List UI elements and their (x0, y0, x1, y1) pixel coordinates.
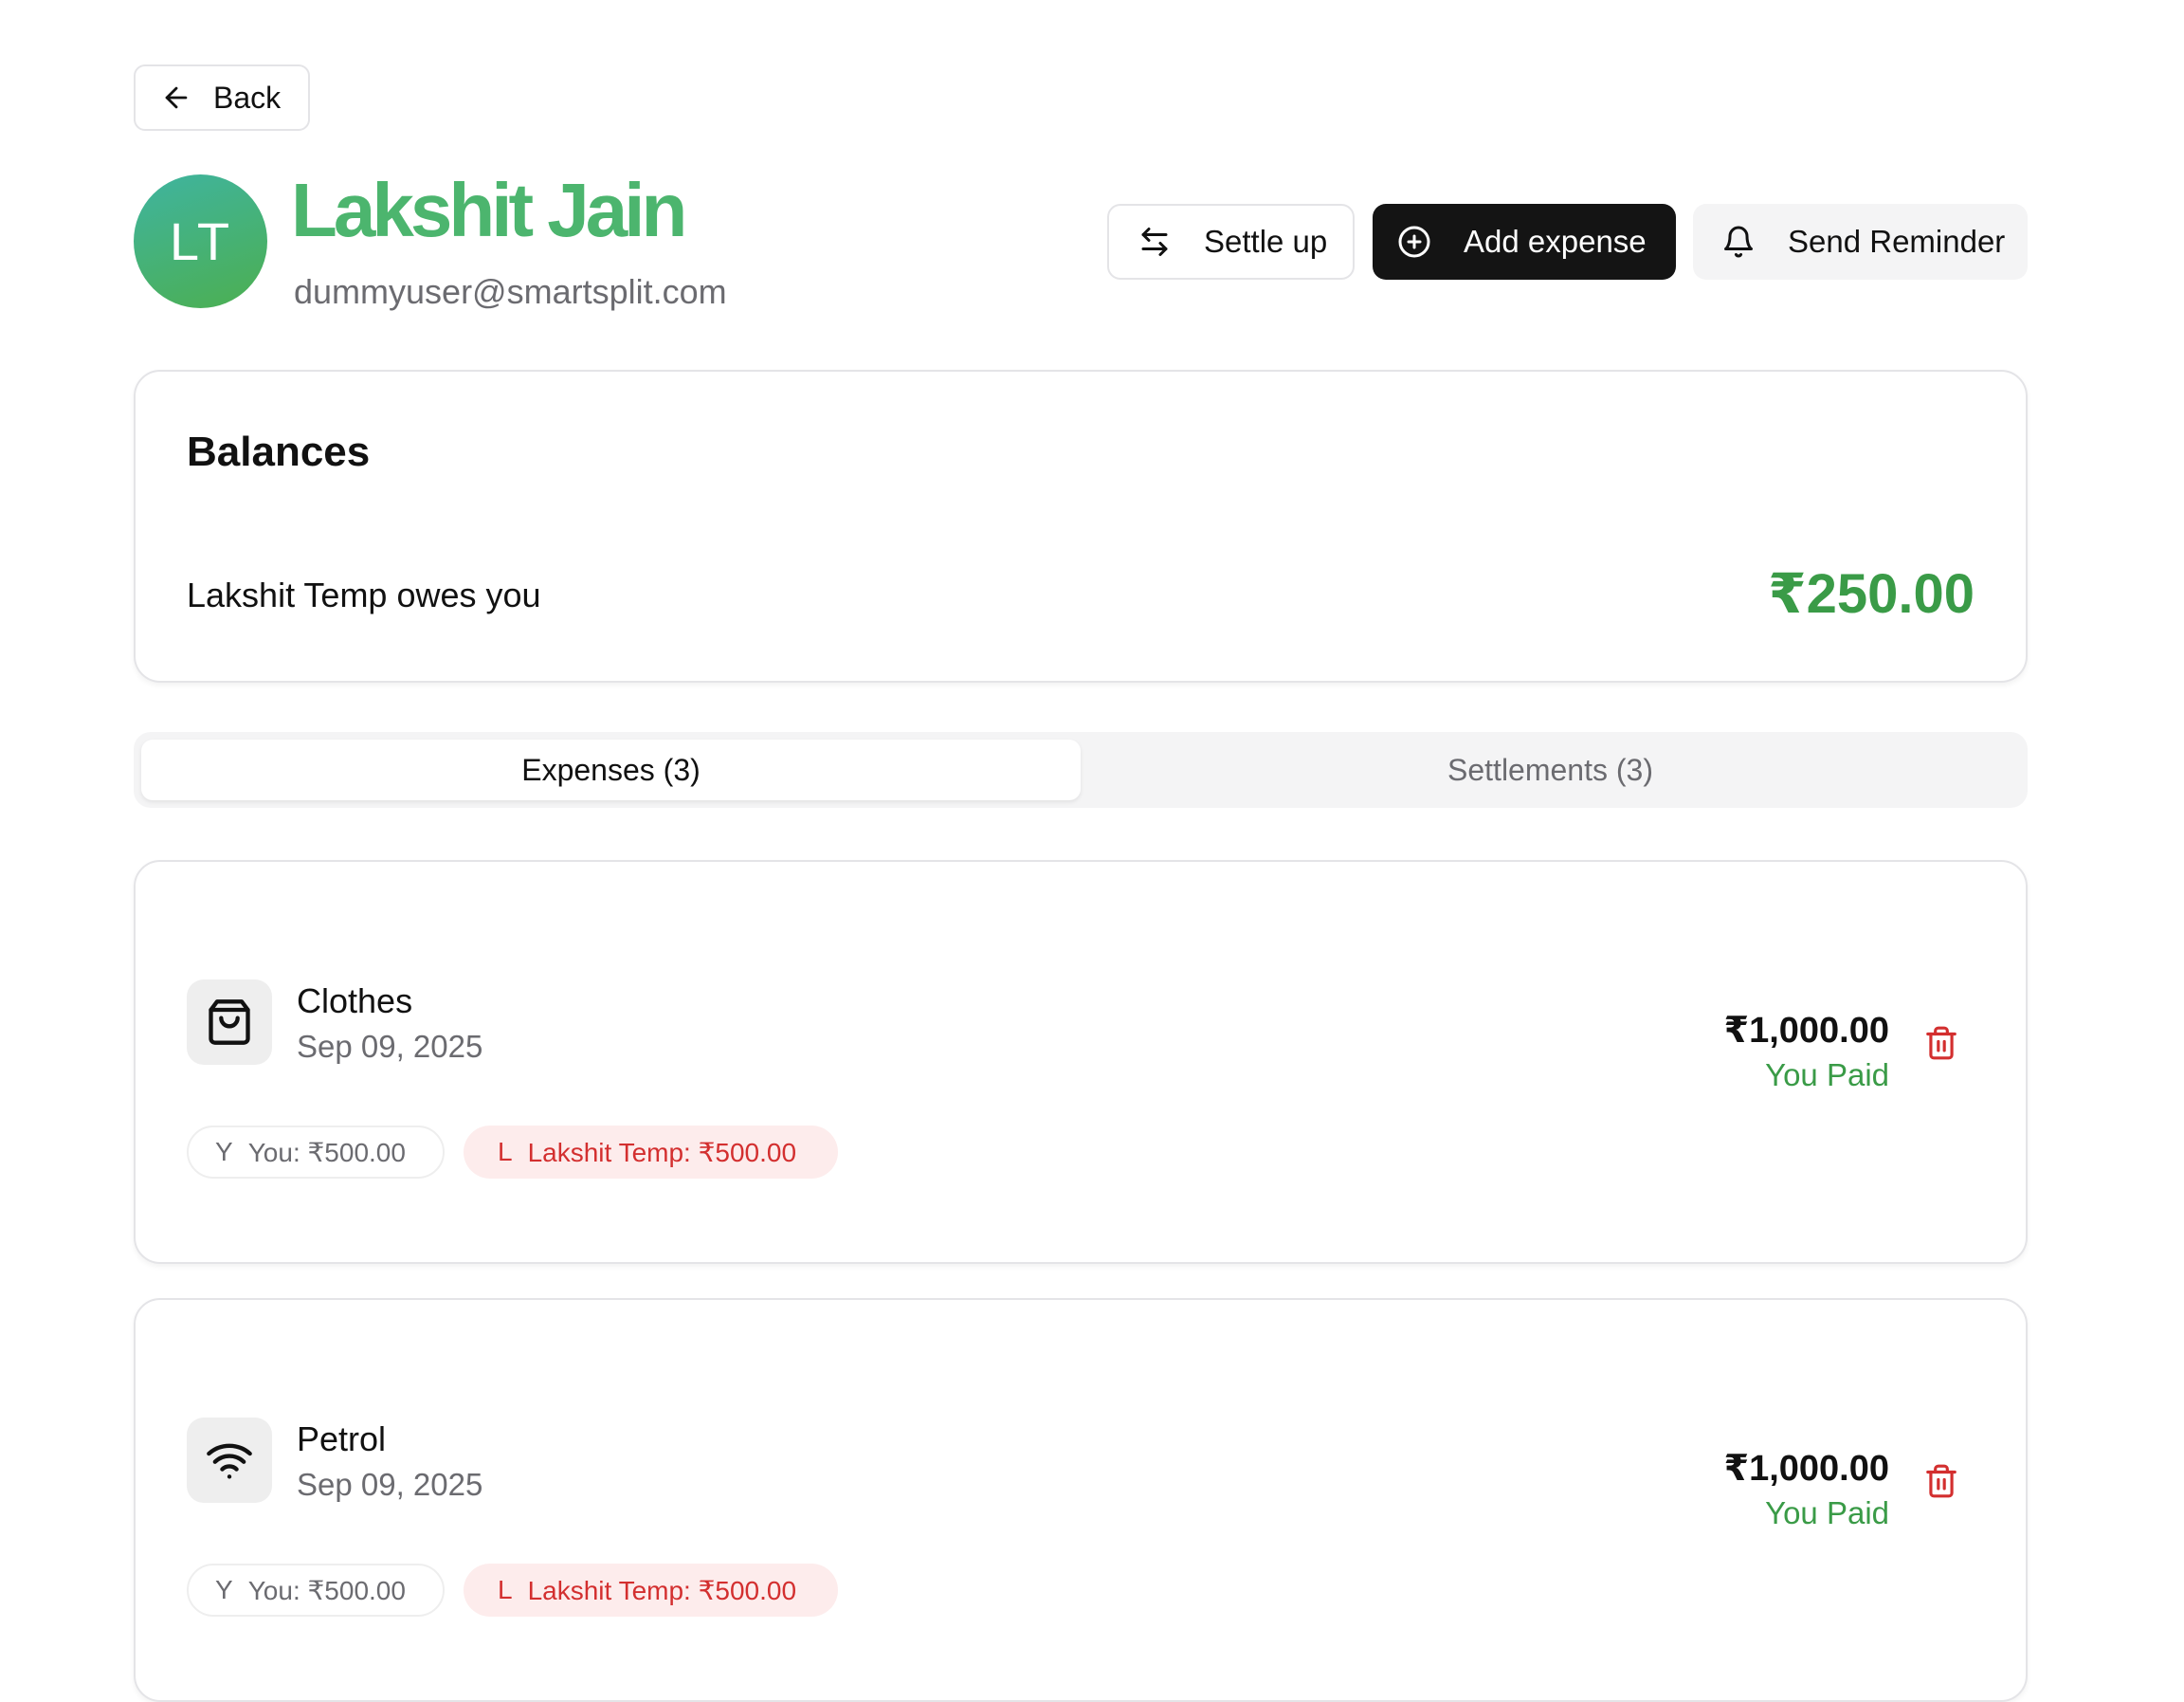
split-chip-initial: Y (215, 1137, 233, 1166)
plus-circle-icon (1398, 226, 1430, 258)
tab-list: Expenses (3) Settlements (3) (134, 732, 2028, 808)
arrow-left-icon (165, 86, 188, 109)
expense-paid-status: You Paid (1765, 1495, 1889, 1530)
avatar-initials: LT (169, 211, 232, 271)
friend-detail-page: Back LT Lakshit Jain dummyuser@smartspli… (0, 0, 2184, 1702)
avatar: LT (134, 174, 267, 308)
split-chip-initial: Y (215, 1575, 233, 1604)
expense-title: Clothes (297, 981, 413, 1020)
add-expense-button[interactable]: Add expense (1373, 204, 1676, 280)
split-chip-you: Y You: ₹500.00 (187, 1126, 445, 1179)
trash-icon[interactable] (1923, 1463, 1959, 1499)
expense-icon-tile (187, 979, 272, 1065)
expense-amount: ₹1,000.00 (1723, 1449, 1889, 1489)
balance-row-label: Lakshit Temp owes you (187, 576, 541, 614)
split-chip-text: Lakshit Temp: ₹500.00 (527, 1137, 797, 1167)
expense-date: Sep 09, 2025 (297, 1029, 483, 1064)
bell-icon (1724, 226, 1753, 258)
expense-paid-status: You Paid (1765, 1057, 1889, 1092)
split-chip-text: You: ₹500.00 (247, 1575, 406, 1605)
add-expense-label: Add expense (1464, 224, 1647, 259)
expense-amount: ₹1,000.00 (1723, 1011, 1889, 1051)
split-chip-you: Y You: ₹500.00 (187, 1564, 445, 1617)
expense-card[interactable]: Petrol Sep 09, 2025 ₹1,000.00 You Paid Y… (134, 1298, 2028, 1702)
balances-card: Balances Lakshit Temp owes you ₹250.00 (134, 370, 2028, 683)
trash-icon[interactable] (1923, 1025, 1959, 1061)
expense-title: Petrol (297, 1419, 387, 1458)
shopping-bag-icon (209, 999, 250, 1045)
balances-title: Balances (187, 429, 371, 475)
send-reminder-button[interactable]: Send Reminder (1693, 204, 2028, 280)
tab-expenses[interactable]: Expenses (3) (141, 740, 1081, 800)
arrows-left-right-icon (1141, 228, 1168, 256)
expense-date: Sep 09, 2025 (297, 1467, 483, 1502)
user-email: dummyuser@smartsplit.com (294, 272, 727, 311)
wifi-icon (207, 1443, 252, 1479)
back-button[interactable]: Back (134, 64, 310, 131)
settle-up-button[interactable]: Settle up (1107, 204, 1355, 280)
split-chip-other: L Lakshit Temp: ₹500.00 (464, 1564, 838, 1617)
split-chip-text: Lakshit Temp: ₹500.00 (527, 1575, 797, 1605)
send-reminder-label: Send Reminder (1788, 224, 2006, 259)
split-chip-initial: L (498, 1575, 513, 1604)
back-button-label: Back (213, 80, 282, 115)
split-chip-initial: L (498, 1137, 513, 1166)
tab-settlements[interactable]: Settlements (3) (1081, 740, 2020, 800)
expense-card[interactable]: Clothes Sep 09, 2025 ₹1,000.00 You Paid … (134, 860, 2028, 1264)
balance-amount: ₹250.00 (1768, 563, 1975, 625)
split-chip-other: L Lakshit Temp: ₹500.00 (464, 1126, 838, 1179)
split-chip-text: You: ₹500.00 (247, 1137, 406, 1167)
settle-up-label: Settle up (1204, 224, 1328, 259)
expense-icon-tile (187, 1418, 272, 1503)
user-name: Lakshit Jain (291, 168, 687, 252)
